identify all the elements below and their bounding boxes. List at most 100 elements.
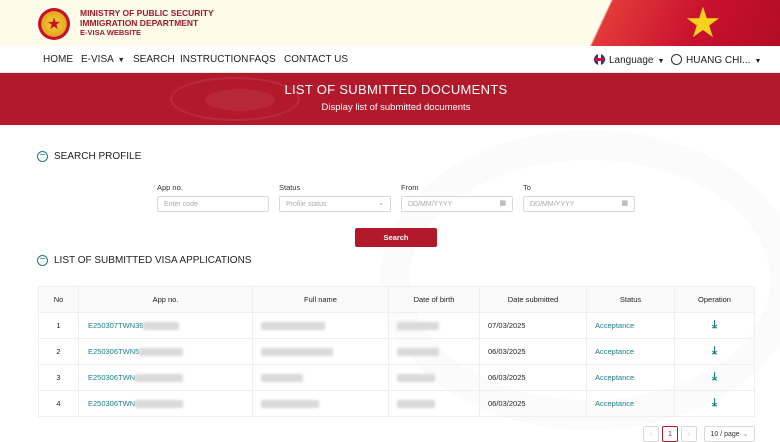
to-placeholder: DD/MM/YYYY xyxy=(530,201,575,208)
table-row: 3 E250306TWN 06/03/2025 Acceptance ⤓ xyxy=(38,364,755,391)
row-no: 1 xyxy=(38,312,79,339)
calendar-icon: ▦ xyxy=(499,200,506,207)
chevron-down-icon: ▼ xyxy=(117,57,125,64)
col-date-of-birth: Date of birth xyxy=(388,286,480,313)
row-full-name xyxy=(252,338,389,365)
redacted-text xyxy=(397,348,439,356)
collapse-icon[interactable]: − xyxy=(37,151,48,162)
app-no-input[interactable]: Enter code xyxy=(157,196,269,212)
row-date-submitted: 07/03/2025 xyxy=(479,312,587,339)
row-status: Acceptance xyxy=(586,338,675,365)
table-header-row: No App no. Full name Date of birth Date … xyxy=(38,286,755,313)
download-icon[interactable]: ⤓ xyxy=(712,319,717,331)
department-name: IMMIGRATION DEPARTMENT xyxy=(80,18,199,28)
redacted-text xyxy=(261,348,333,356)
main-nav: HOME E-VISA ▼ SEARCH INSTRUCTION FAQS CON… xyxy=(0,46,780,73)
app-no-label: App no. xyxy=(157,183,183,192)
download-icon[interactable]: ⤓ xyxy=(712,397,717,409)
download-icon[interactable]: ⤓ xyxy=(712,345,717,357)
app-no-link[interactable]: E250306TWN xyxy=(88,373,135,382)
uk-flag-icon xyxy=(594,54,605,65)
col-status: Status xyxy=(586,286,675,313)
applications-heading[interactable]: − LIST OF SUBMITTED VISA APPLICATIONS xyxy=(37,255,251,266)
col-date-submitted: Date submitted xyxy=(479,286,587,313)
col-operation: Operation xyxy=(674,286,755,313)
row-full-name xyxy=(252,364,389,391)
row-app-no[interactable]: E250306TWN xyxy=(78,364,253,391)
page-size-select[interactable]: 10 / page ⌄ xyxy=(704,426,755,442)
redacted-text xyxy=(261,374,303,382)
nav-faqs[interactable]: FAQS xyxy=(249,54,276,65)
from-date-input[interactable]: DD/MM/YYYY ▦ xyxy=(401,196,513,212)
app-no-link[interactable]: E250306TWN5 xyxy=(88,347,139,356)
redacted-text xyxy=(261,400,319,408)
user-name: HUANG CHI... xyxy=(686,55,751,66)
language-selector[interactable]: Language ▼ xyxy=(594,54,664,66)
row-date-submitted: 06/03/2025 xyxy=(479,390,587,417)
pagination-next-button[interactable]: › xyxy=(681,426,697,442)
redacted-text xyxy=(261,322,325,330)
table-row: 4 E250306TWN 06/03/2025 Acceptance ⤓ xyxy=(38,390,755,417)
applications-title: LIST OF SUBMITTED VISA APPLICATIONS xyxy=(54,255,252,266)
redacted-text xyxy=(143,322,180,330)
police-emblem-logo[interactable]: ★ xyxy=(38,8,70,40)
user-icon xyxy=(671,54,682,65)
row-app-no[interactable]: E250306TWN xyxy=(78,390,253,417)
nav-contact-us[interactable]: CONTACT US xyxy=(284,54,348,65)
vietnam-flag-decoration xyxy=(580,0,780,46)
nav-evisa-label: E-VISA xyxy=(81,54,114,65)
nav-evisa[interactable]: E-VISA ▼ xyxy=(81,54,125,65)
chevron-down-icon: ⌄ xyxy=(378,200,384,207)
pagination-page-1[interactable]: 1 xyxy=(662,426,678,442)
nav-instruction[interactable]: INSTRUCTION xyxy=(180,54,248,65)
redacted-text xyxy=(135,400,184,408)
row-app-no[interactable]: E250306TWN5 xyxy=(78,338,253,365)
ministry-title[interactable]: MINISTRY OF PUBLIC SECURITY IMMIGRATION … xyxy=(80,8,214,38)
from-placeholder: DD/MM/YYYY xyxy=(408,201,453,208)
row-operation: ⤓ xyxy=(674,312,755,339)
row-status: Acceptance xyxy=(586,312,675,339)
app-no-placeholder: Enter code xyxy=(164,201,198,208)
row-app-no[interactable]: E250307TWN36 xyxy=(78,312,253,339)
status-label: Status xyxy=(279,183,301,192)
col-no: No xyxy=(38,286,79,313)
chevron-down-icon: ▼ xyxy=(657,58,665,65)
row-no: 3 xyxy=(38,364,79,391)
status-select[interactable]: Profile status ⌄ xyxy=(279,196,391,212)
search-button[interactable]: Search xyxy=(355,228,437,247)
col-full-name: Full name xyxy=(252,286,389,313)
row-full-name xyxy=(252,390,389,417)
table-row: 2 E250306TWN5 06/03/2025 Acceptance ⤓ xyxy=(38,338,755,365)
to-date-input[interactable]: DD/MM/YYYY ▦ xyxy=(523,196,635,212)
row-date-submitted: 06/03/2025 xyxy=(479,338,587,365)
download-icon[interactable]: ⤓ xyxy=(712,371,717,383)
app-no-link[interactable]: E250307TWN36 xyxy=(88,321,143,330)
calendar-icon: ▦ xyxy=(621,200,628,207)
applications-table: No App no. Full name Date of birth Date … xyxy=(38,286,755,417)
flag-star-icon: ★ xyxy=(684,0,722,46)
top-header: ★ ★ MINISTRY OF PUBLIC SECURITY IMMIGRAT… xyxy=(0,0,780,46)
pagination-prev-button[interactable]: ‹ xyxy=(643,426,659,442)
ministry-name: MINISTRY OF PUBLIC SECURITY xyxy=(80,8,214,18)
row-no: 4 xyxy=(38,390,79,417)
language-label: Language xyxy=(609,55,654,66)
page-subtitle: Display list of submitted documents xyxy=(321,102,471,113)
redacted-text xyxy=(397,322,439,330)
row-date-of-birth xyxy=(388,338,480,365)
app-no-link[interactable]: E250306TWN xyxy=(88,399,135,408)
row-full-name xyxy=(252,312,389,339)
nav-home[interactable]: HOME xyxy=(43,54,73,65)
user-menu[interactable]: HUANG CHI... ▼ xyxy=(671,54,761,66)
row-date-of-birth xyxy=(388,312,480,339)
page-title: LIST OF SUBMITTED DOCUMENTS xyxy=(284,82,508,97)
collapse-icon[interactable]: − xyxy=(37,255,48,266)
from-label: From xyxy=(401,183,419,192)
redacted-text xyxy=(397,400,435,408)
row-no: 2 xyxy=(38,338,79,365)
row-operation: ⤓ xyxy=(674,364,755,391)
nav-search[interactable]: SEARCH xyxy=(133,54,175,65)
chevron-down-icon: ▼ xyxy=(754,58,762,65)
redacted-text xyxy=(139,348,184,356)
redacted-text xyxy=(135,374,184,382)
search-profile-heading[interactable]: − SEARCH PROFILE xyxy=(37,151,141,162)
